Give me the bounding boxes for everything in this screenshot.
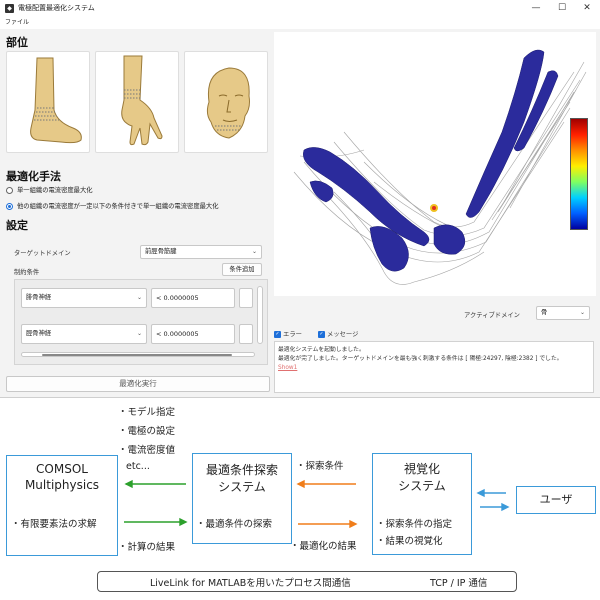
legend-orange-label: TCP / IP 通信 (430, 578, 488, 589)
label-calc-result: ・計算の結果 (118, 542, 176, 553)
arrow-head (501, 502, 510, 512)
label-optimization-result: ・最適化の結果 (290, 541, 357, 552)
arrow-head (124, 479, 133, 489)
comsol-body: ・有限要素法の求解 (11, 519, 97, 530)
vis-title-2: システム (398, 479, 446, 493)
user-title: ユーザ (539, 493, 573, 506)
label-electrode-setting: ・電極の設定 (118, 426, 176, 437)
arrow-head (349, 519, 358, 529)
search-body: ・最適条件の探索 (196, 519, 273, 530)
search-title-1: 最適条件探索 (205, 463, 278, 477)
comsol-box: COMSOL Multiphysics ・有限要素法の求解 (6, 455, 118, 556)
user-box: ユーザ (516, 486, 596, 514)
label-etc: etc... (126, 461, 150, 472)
search-title-2: システム (218, 480, 266, 494)
search-system-box: 最適条件探索 システム ・最適条件の探索 (192, 453, 292, 544)
label-search-condition: ・探索条件 (296, 461, 344, 472)
arrow-head (296, 479, 305, 489)
legend-green-label: LiveLink for MATLABを用いたプロセス間通信 (150, 578, 351, 589)
comsol-title-2: Multiphysics (24, 478, 100, 492)
vis-body-2: ・結果の視覚化 (376, 536, 443, 547)
vis-body-1: ・探索条件の指定 (376, 519, 453, 530)
arrow-head (476, 488, 485, 498)
comsol-title-1: COMSOL (36, 462, 88, 476)
label-model-spec: ・モデル指定 (118, 407, 176, 418)
label-current-density: ・電流密度値 (118, 445, 176, 456)
arrow-head (179, 517, 188, 527)
visualization-system-box: 視覚化 システム ・探索条件の指定 ・結果の視覚化 (372, 453, 472, 555)
vis-title-1: 視覚化 (403, 462, 440, 476)
